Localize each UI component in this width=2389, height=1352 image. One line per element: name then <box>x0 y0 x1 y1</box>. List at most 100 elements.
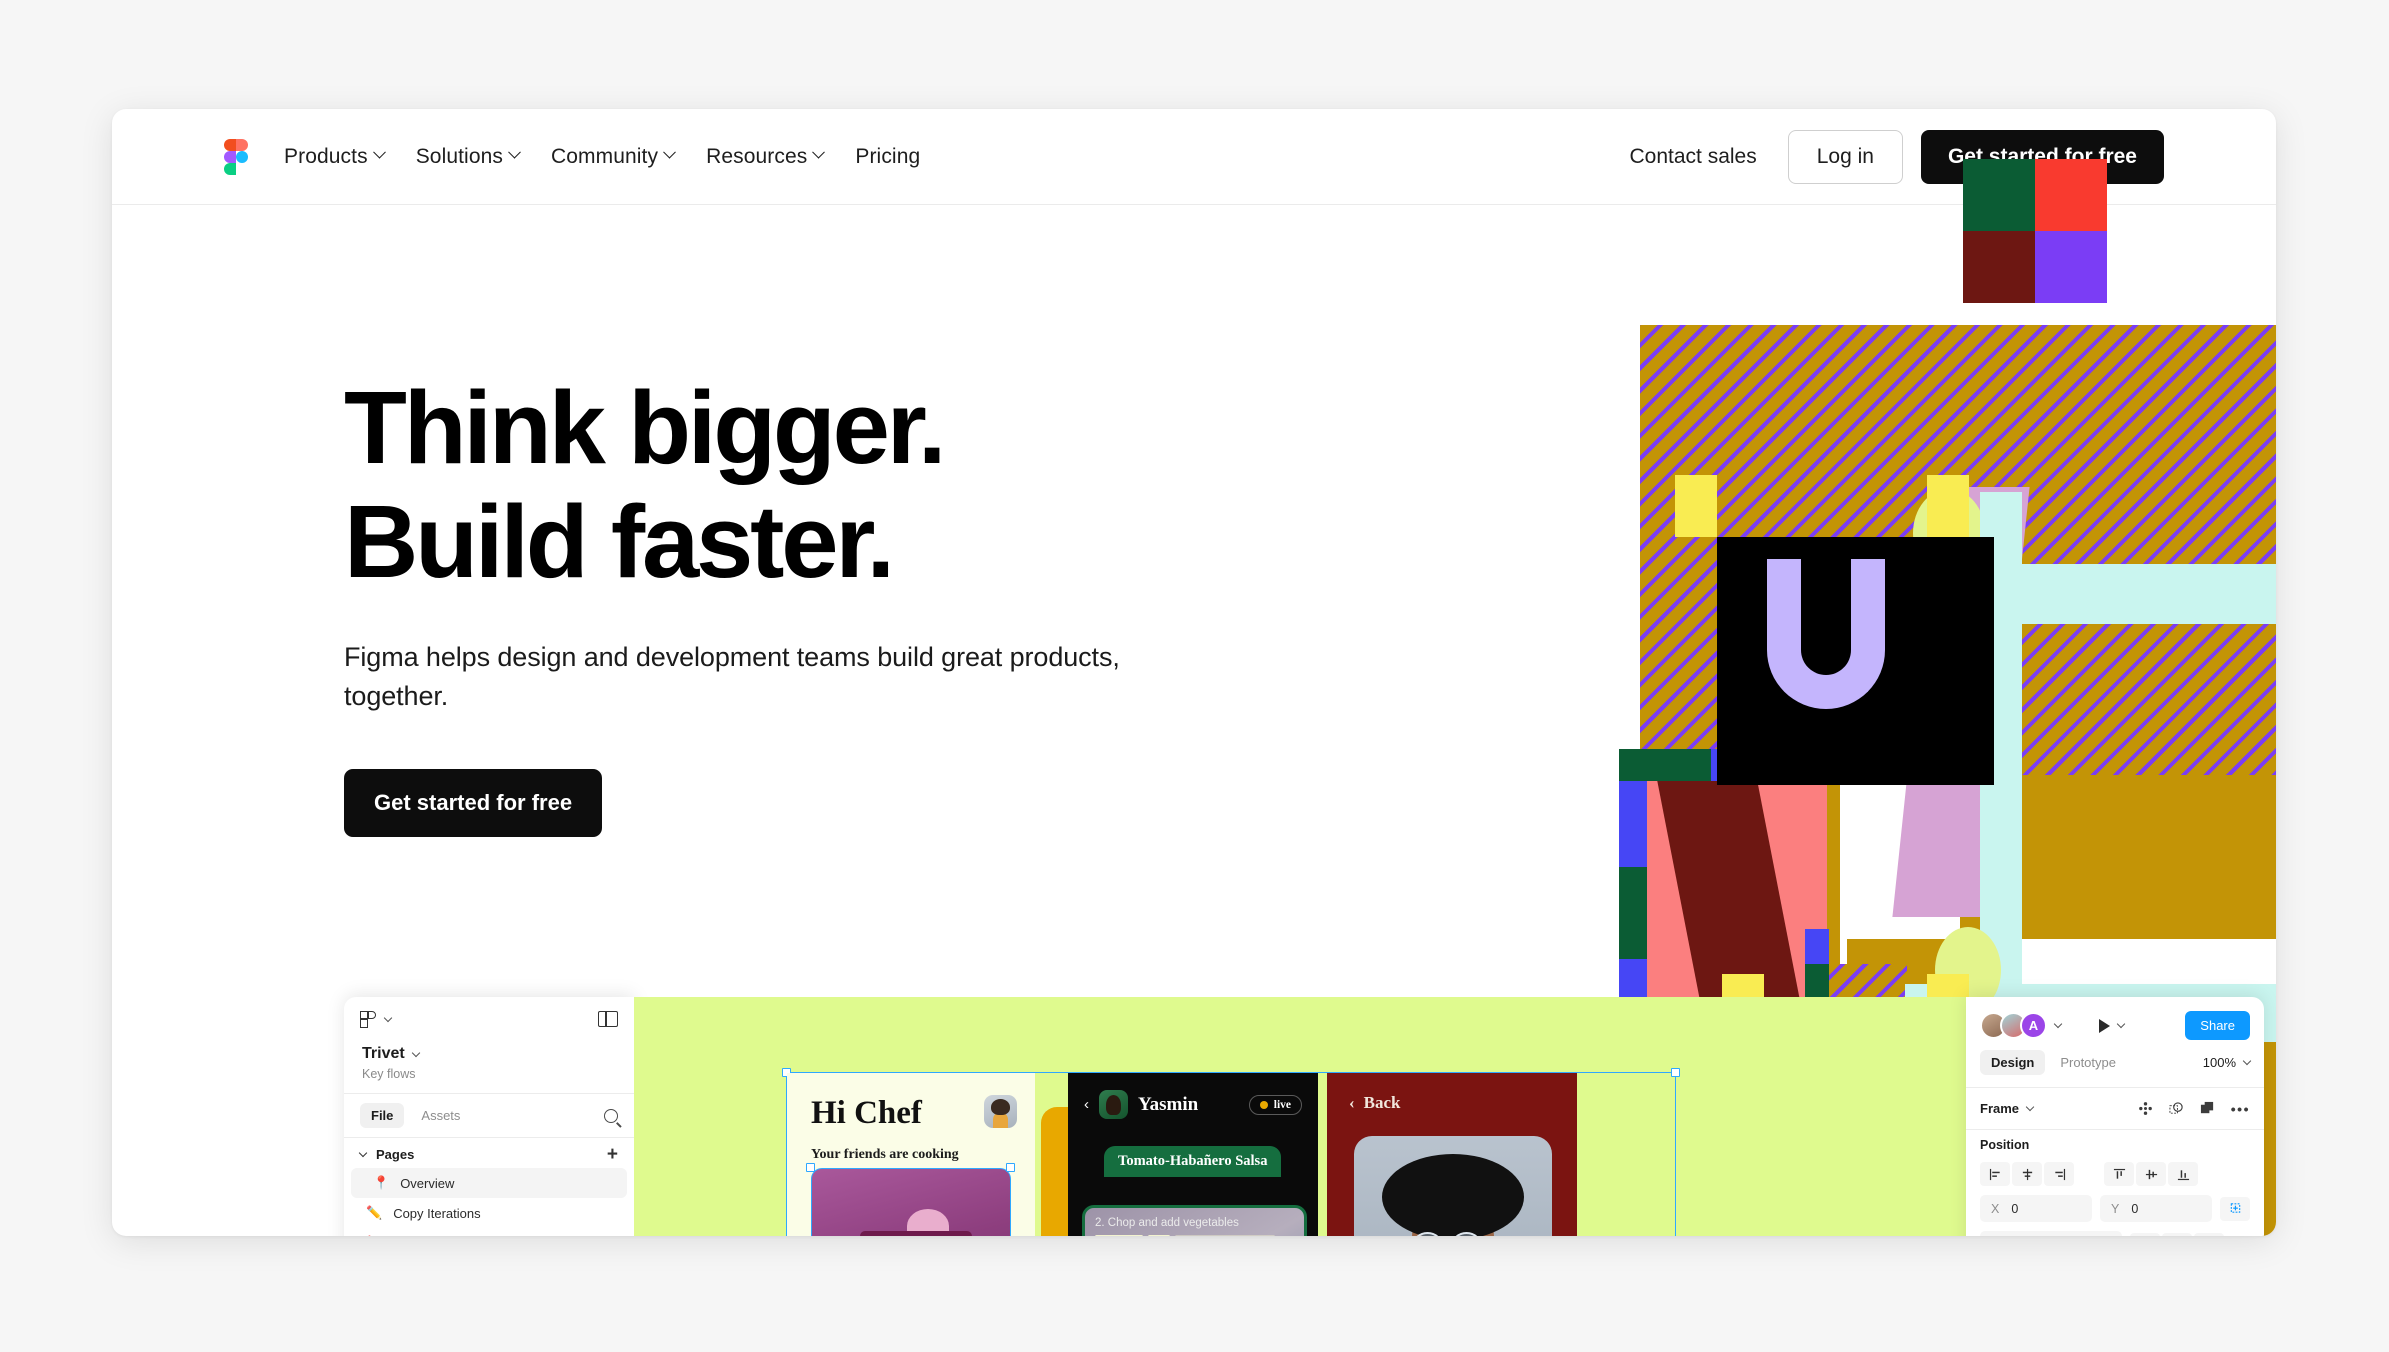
back-chevron-icon[interactable]: ‹ <box>1084 1096 1089 1113</box>
card2-step-panel: 2. Chop and add vegetables <box>1082 1205 1307 1236</box>
nav-item-pricing[interactable]: Pricing <box>855 145 920 169</box>
avatar[interactable]: A <box>2020 1012 2047 1039</box>
chevron-down-icon <box>508 145 521 159</box>
align-top-icon[interactable] <box>2104 1162 2134 1186</box>
editor-right-panel: A Share Design Prototype 100% Frame ••• … <box>1966 997 2264 1236</box>
hero-title-line-2: Build faster. <box>344 484 895 600</box>
chevron-down-icon <box>812 145 826 159</box>
chevron-down-icon[interactable] <box>411 1048 420 1057</box>
align-right-icon[interactable] <box>2044 1162 2074 1186</box>
canvas-card-yasmin[interactable]: ‹ Yasmin live Tomato-Habañero Salsa 2. C… <box>1068 1073 1318 1236</box>
chevron-down-icon[interactable] <box>358 1148 368 1158</box>
align-left-icon[interactable] <box>1980 1162 2010 1186</box>
flip-vertical-icon[interactable] <box>2162 1232 2192 1236</box>
nav-item-community[interactable]: Community <box>551 145 676 169</box>
chevron-down-icon[interactable] <box>383 1013 393 1022</box>
nav-item-products[interactable]: Products <box>284 144 386 169</box>
y-position-input[interactable]: Y 0 <box>2100 1195 2212 1222</box>
card3-back-button[interactable]: ‹ Back <box>1327 1073 1577 1113</box>
alignment-controls <box>1966 1162 2264 1186</box>
editor-left-toolbar <box>344 997 634 1041</box>
x-position-input[interactable]: X 0 <box>1980 1195 2092 1222</box>
figma-logo-icon[interactable] <box>224 138 248 175</box>
chevron-down-icon[interactable] <box>2025 1102 2035 1112</box>
flip-horizontal-icon[interactable] <box>2130 1232 2160 1236</box>
share-button[interactable]: Share <box>2185 1011 2250 1040</box>
mask-tool-icon[interactable] <box>2169 1101 2184 1116</box>
page-item-label: Design Crit Feedback <box>393 1236 518 1237</box>
frame-label[interactable]: Frame <box>1980 1101 2019 1116</box>
pencil-icon: ✏️ <box>366 1235 382 1236</box>
page-item-overview[interactable]: 📍 Overview <box>351 1168 627 1198</box>
align-center-vertical-icon[interactable] <box>2136 1162 2166 1186</box>
pin-icon: 📍 <box>373 1175 390 1190</box>
page-item-label: Copy Iterations <box>393 1205 481 1221</box>
live-dot-icon <box>1259 1100 1268 1109</box>
profile-photo <box>1354 1136 1552 1236</box>
chevron-down-icon[interactable] <box>2053 1019 2063 1029</box>
x-label: X <box>1991 1201 2000 1216</box>
file-name[interactable]: Trivet <box>362 1045 405 1063</box>
right-panel-tabs: Design Prototype 100% <box>1966 1040 2264 1087</box>
collaborator-avatars: A <box>1980 1012 2047 1039</box>
figma-menu-icon[interactable] <box>360 1010 377 1028</box>
align-center-horizontal-icon[interactable] <box>2012 1162 2042 1186</box>
art-cyan-horizontal-bar-1 <box>1980 564 2276 624</box>
nav-item-resources[interactable]: Resources <box>706 144 826 169</box>
present-play-icon[interactable] <box>2099 1018 2110 1033</box>
back-chevron-icon: ‹ <box>1349 1093 1355 1112</box>
resize-handle-tr[interactable] <box>1671 1068 1680 1077</box>
tab-file[interactable]: File <box>360 1103 405 1128</box>
card2-recipe-title: Tomato-Habañero Salsa <box>1104 1146 1282 1177</box>
step-progress <box>1085 1229 1304 1236</box>
figma-editor-mockup: Trivet Key flows File Assets Pages + 📍 O… <box>344 997 2264 1236</box>
resize-handle-image-tr[interactable] <box>1006 1163 1015 1172</box>
move-tool-icon[interactable] <box>2138 1101 2153 1116</box>
art-square-purple <box>2035 231 2107 303</box>
canvas-card-profile[interactable]: ‹ Back <box>1327 1073 1577 1236</box>
zoom-control[interactable]: 100% <box>2203 1055 2252 1070</box>
hero-subtitle: Figma helps design and development teams… <box>344 641 1120 712</box>
tab-design[interactable]: Design <box>1980 1050 2046 1075</box>
card1-subtitle: Your friends are cooking <box>811 1147 959 1162</box>
card2-step-label: 2. Chop and add vegetables <box>1095 1217 1239 1229</box>
hero-get-started-button[interactable]: Get started for free <box>344 769 603 838</box>
cake-photo <box>811 1168 1011 1236</box>
website-frame: Products Solutions Community Resources P… <box>112 109 2276 1236</box>
more-options-icon[interactable]: ••• <box>2231 1102 2250 1116</box>
nav-item-label: Products <box>284 144 368 168</box>
resize-handle-image-tl[interactable] <box>806 1163 815 1172</box>
search-icon[interactable] <box>604 1108 618 1123</box>
page-item-design-crit-feedback[interactable]: ✏️ Design Crit Feedback <box>344 1228 634 1236</box>
card3-back-label: Back <box>1363 1093 1401 1112</box>
hat-shape <box>1382 1154 1524 1236</box>
rotation-input[interactable]: ⌐ 0 <box>1980 1231 2122 1236</box>
editor-canvas[interactable]: Hi Chef Your friends are cooking ‹ Yasmi… <box>634 997 1966 1236</box>
page-item-label: Overview <box>400 1175 455 1191</box>
rotate-icon[interactable] <box>2194 1232 2224 1236</box>
toggle-panel-icon[interactable] <box>598 1011 618 1027</box>
tab-prototype[interactable]: Prototype <box>2049 1050 2127 1075</box>
chevron-down-icon <box>372 145 386 159</box>
pencil-icon: ✏️ <box>366 1205 383 1220</box>
chevron-down-icon[interactable] <box>2116 1019 2126 1029</box>
rotation-row: ⌐ 0 <box>1966 1222 2264 1236</box>
nav-item-label: Resources <box>706 144 808 168</box>
tab-assets[interactable]: Assets <box>410 1103 471 1128</box>
nav-item-label: Pricing <box>855 144 921 168</box>
avatar <box>984 1095 1017 1128</box>
art-black-card <box>1717 537 1994 785</box>
frame-row: Frame ••• <box>1966 1088 2264 1129</box>
transform-buttons <box>2130 1232 2250 1236</box>
nav-left-group: Products Solutions Community Resources P… <box>224 138 952 175</box>
nav-item-solutions[interactable]: Solutions <box>416 145 521 169</box>
canvas-card-hi-chef[interactable]: Hi Chef Your friends are cooking <box>787 1073 1035 1236</box>
page-item-copy-iterations[interactable]: ✏️ Copy Iterations <box>344 1198 634 1228</box>
constraints-icon[interactable] <box>2220 1196 2250 1221</box>
editor-left-panel: Trivet Key flows File Assets Pages + 📍 O… <box>344 997 634 1236</box>
chevron-down-icon <box>2242 1056 2252 1066</box>
align-bottom-icon[interactable] <box>2168 1162 2198 1186</box>
duplicate-tool-icon[interactable] <box>2200 1101 2215 1116</box>
add-page-icon[interactable]: + <box>607 1145 618 1164</box>
right-panel-toolbar: A Share <box>1966 997 2264 1040</box>
